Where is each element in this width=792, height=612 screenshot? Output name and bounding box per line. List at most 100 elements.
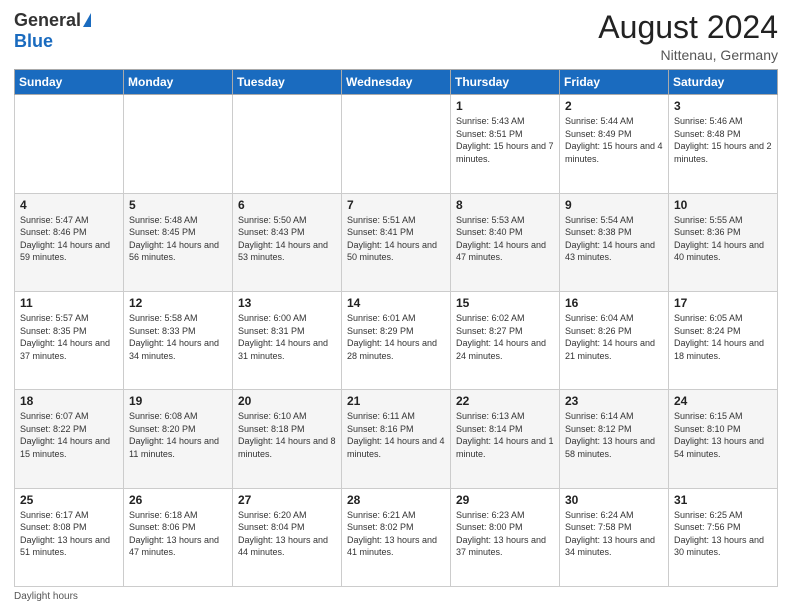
calendar-cell: 13 Sunrise: 6:00 AM Sunset: 8:31 PM Dayli… [233,291,342,389]
day-number: 27 [238,493,336,507]
calendar-cell: 18Sunrise: 6:07 AM Sunset: 8:22 PM Dayli… [15,390,124,488]
day-number: 5 [129,198,227,212]
calendar-cell: 20 Sunrise: 6:10 AM Sunset: 8:18 PM Dayli… [233,390,342,488]
day-info: Sunrise: 6:00 AM Sunset: 8:31 PM Dayligh… [238,312,336,362]
calendar-cell: 4 Sunrise: 5:47 AM Sunset: 8:46 PM Daylig… [15,193,124,291]
day-number: 3 [674,99,772,113]
day-info: Sunrise: 5:50 AM Sunset: 8:43 PM Dayligh… [238,214,336,264]
calendar-cell: 9 Sunrise: 5:54 AM Sunset: 8:38 PM Daylig… [560,193,669,291]
calendar-cell: 12Sunrise: 5:58 AM Sunset: 8:33 PM Dayli… [124,291,233,389]
day-number: 20 [238,394,336,408]
logo: General Blue [14,10,91,52]
calendar-cell: 23 Sunrise: 6:14 AM Sunset: 8:12 PM Dayli… [560,390,669,488]
day-number: 7 [347,198,445,212]
day-number: 19 [129,394,227,408]
calendar-header-wednesday: Wednesday [342,70,451,95]
day-info: Sunrise: 6:20 AM Sunset: 8:04 PM Dayligh… [238,509,336,559]
calendar-header-friday: Friday [560,70,669,95]
day-number: 25 [20,493,118,507]
calendar-cell: 26 Sunrise: 6:18 AM Sunset: 8:06 PM Dayli… [124,488,233,586]
calendar-cell: 14 Sunrise: 6:01 AM Sunset: 8:29 PM Dayli… [342,291,451,389]
day-info: Sunrise: 6:15 AM Sunset: 8:10 PM Dayligh… [674,410,772,460]
day-info: Sunrise: 6:01 AM Sunset: 8:29 PM Dayligh… [347,312,445,362]
day-number: 8 [456,198,554,212]
day-number: 31 [674,493,772,507]
day-info: Sunrise: 5:48 AM Sunset: 8:45 PM Dayligh… [129,214,227,264]
day-info: Sunrise: 6:21 AM Sunset: 8:02 PM Dayligh… [347,509,445,559]
calendar-cell: 16 Sunrise: 6:04 AM Sunset: 8:26 PM Dayli… [560,291,669,389]
day-info: Sunrise: 5:43 AM Sunset: 8:51 PM Dayligh… [456,115,554,165]
calendar-table: SundayMondayTuesdayWednesdayThursdayFrid… [14,69,778,587]
day-number: 23 [565,394,663,408]
calendar-cell [342,95,451,193]
calendar-cell: 19Sunrise: 6:08 AM Sunset: 8:20 PM Dayli… [124,390,233,488]
day-info: Sunrise: 5:53 AM Sunset: 8:40 PM Dayligh… [456,214,554,264]
day-info: Sunrise: 5:46 AM Sunset: 8:48 PM Dayligh… [674,115,772,165]
day-number: 6 [238,198,336,212]
day-info: Sunrise: 6:04 AM Sunset: 8:26 PM Dayligh… [565,312,663,362]
calendar-cell: 1Sunrise: 5:43 AM Sunset: 8:51 PM Daylig… [451,95,560,193]
calendar-header-thursday: Thursday [451,70,560,95]
calendar-cell: 2 Sunrise: 5:44 AM Sunset: 8:49 PM Daylig… [560,95,669,193]
day-number: 30 [565,493,663,507]
calendar-cell: 27 Sunrise: 6:20 AM Sunset: 8:04 PM Dayli… [233,488,342,586]
day-number: 26 [129,493,227,507]
day-number: 24 [674,394,772,408]
day-info: Sunrise: 6:18 AM Sunset: 8:06 PM Dayligh… [129,509,227,559]
day-info: Sunrise: 6:05 AM Sunset: 8:24 PM Dayligh… [674,312,772,362]
day-info: Sunrise: 5:51 AM Sunset: 8:41 PM Dayligh… [347,214,445,264]
calendar-cell: 11Sunrise: 5:57 AM Sunset: 8:35 PM Dayli… [15,291,124,389]
day-number: 16 [565,296,663,310]
day-number: 14 [347,296,445,310]
day-number: 9 [565,198,663,212]
calendar-header-monday: Monday [124,70,233,95]
calendar-cell: 5 Sunrise: 5:48 AM Sunset: 8:45 PM Daylig… [124,193,233,291]
header: General Blue August 2024 Nittenau, Germa… [14,10,778,63]
location: Nittenau, Germany [598,47,778,63]
calendar-cell: 31 Sunrise: 6:25 AM Sunset: 7:56 PM Dayli… [669,488,778,586]
calendar-cell: 7 Sunrise: 5:51 AM Sunset: 8:41 PM Daylig… [342,193,451,291]
day-number: 2 [565,99,663,113]
day-info: Sunrise: 5:58 AM Sunset: 8:33 PM Dayligh… [129,312,227,362]
day-info: Sunrise: 5:55 AM Sunset: 8:36 PM Dayligh… [674,214,772,264]
calendar-cell: 24 Sunrise: 6:15 AM Sunset: 8:10 PM Dayli… [669,390,778,488]
calendar-header-tuesday: Tuesday [233,70,342,95]
calendar-cell: 6 Sunrise: 5:50 AM Sunset: 8:43 PM Daylig… [233,193,342,291]
calendar-week-row: 4 Sunrise: 5:47 AM Sunset: 8:46 PM Daylig… [15,193,778,291]
day-number: 15 [456,296,554,310]
day-info: Sunrise: 5:44 AM Sunset: 8:49 PM Dayligh… [565,115,663,165]
calendar-cell: 17 Sunrise: 6:05 AM Sunset: 8:24 PM Dayli… [669,291,778,389]
day-number: 22 [456,394,554,408]
calendar-cell: 25 Sunrise: 6:17 AM Sunset: 8:08 PM Dayli… [15,488,124,586]
day-number: 28 [347,493,445,507]
day-number: 17 [674,296,772,310]
calendar-week-row: 1Sunrise: 5:43 AM Sunset: 8:51 PM Daylig… [15,95,778,193]
calendar-cell [233,95,342,193]
calendar-cell: 8 Sunrise: 5:53 AM Sunset: 8:40 PM Daylig… [451,193,560,291]
calendar-header-sunday: Sunday [15,70,124,95]
calendar-cell: 28 Sunrise: 6:21 AM Sunset: 8:02 PM Dayli… [342,488,451,586]
day-info: Sunrise: 5:54 AM Sunset: 8:38 PM Dayligh… [565,214,663,264]
day-info: Sunrise: 6:14 AM Sunset: 8:12 PM Dayligh… [565,410,663,460]
calendar-header-row: SundayMondayTuesdayWednesdayThursdayFrid… [15,70,778,95]
day-info: Sunrise: 5:47 AM Sunset: 8:46 PM Dayligh… [20,214,118,264]
calendar-cell: 22Sunrise: 6:13 AM Sunset: 8:14 PM Dayli… [451,390,560,488]
logo-triangle-icon [83,13,91,27]
calendar-cell: 10Sunrise: 5:55 AM Sunset: 8:36 PM Dayli… [669,193,778,291]
day-info: Sunrise: 6:10 AM Sunset: 8:18 PM Dayligh… [238,410,336,460]
calendar-cell: 30 Sunrise: 6:24 AM Sunset: 7:58 PM Dayli… [560,488,669,586]
day-number: 4 [20,198,118,212]
day-number: 11 [20,296,118,310]
day-info: Sunrise: 6:07 AM Sunset: 8:22 PM Dayligh… [20,410,118,460]
day-info: Sunrise: 6:25 AM Sunset: 7:56 PM Dayligh… [674,509,772,559]
day-info: Sunrise: 6:17 AM Sunset: 8:08 PM Dayligh… [20,509,118,559]
calendar-week-row: 25 Sunrise: 6:17 AM Sunset: 8:08 PM Dayli… [15,488,778,586]
day-number: 13 [238,296,336,310]
logo-blue-text: Blue [14,31,53,52]
calendar-week-row: 18Sunrise: 6:07 AM Sunset: 8:22 PM Dayli… [15,390,778,488]
day-info: Sunrise: 6:11 AM Sunset: 8:16 PM Dayligh… [347,410,445,460]
page: General Blue August 2024 Nittenau, Germa… [0,0,792,612]
calendar-week-row: 11Sunrise: 5:57 AM Sunset: 8:35 PM Dayli… [15,291,778,389]
day-info: Sunrise: 6:24 AM Sunset: 7:58 PM Dayligh… [565,509,663,559]
calendar-cell [15,95,124,193]
